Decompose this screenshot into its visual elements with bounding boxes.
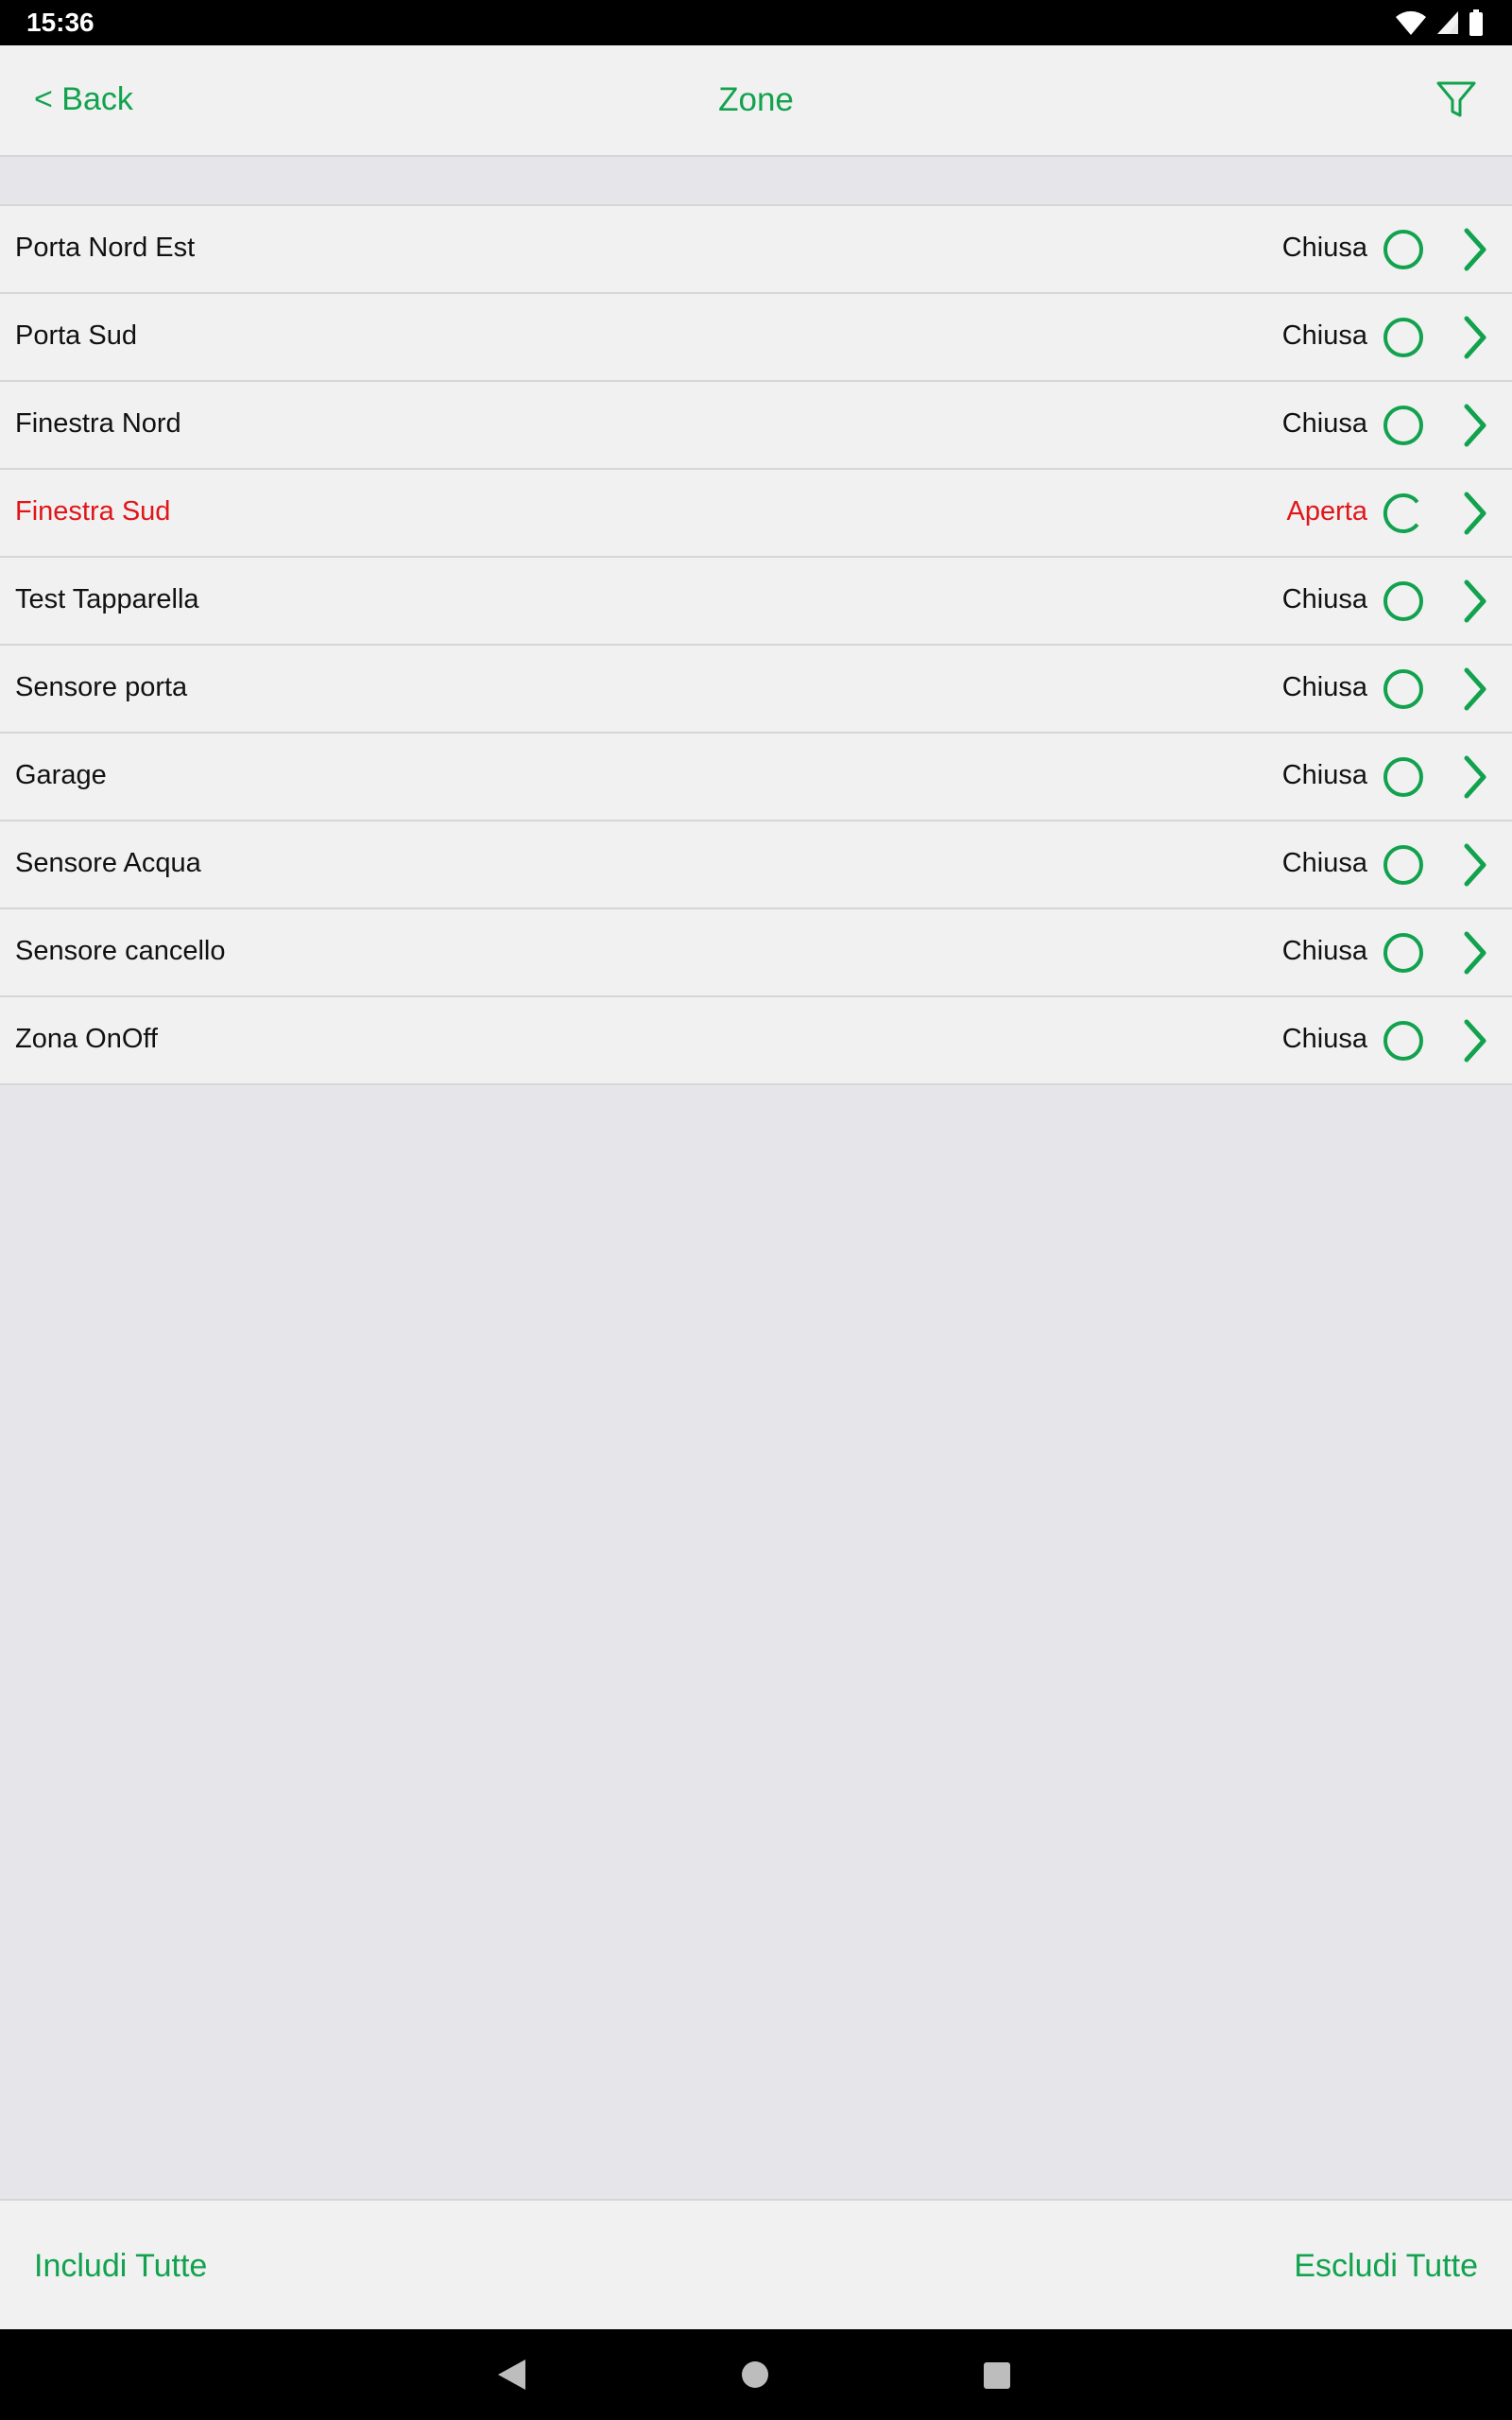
zone-name: Sensore Acqua [15,848,201,878]
home-circle-icon[interactable] [741,2360,769,2389]
recents-square-icon[interactable] [983,2361,1011,2390]
zone-name: Porta Nord Est [15,233,196,263]
zone-row[interactable]: Porta Nord Est Chiusa [0,206,1512,294]
chevron-right-icon[interactable] [1459,579,1491,624]
page-title: Zone [718,81,794,118]
include-all-button[interactable]: Includi Tutte [34,2248,207,2285]
zone-name: Test Tapparella [15,584,199,614]
status-icons [1395,9,1484,37]
zone-name: Finestra Sud [15,496,171,527]
chevron-right-icon[interactable] [1459,1018,1491,1063]
chevron-right-icon[interactable] [1459,666,1491,712]
zone-row[interactable]: Sensore cancello Chiusa [0,909,1512,997]
chevron-right-icon[interactable] [1459,403,1491,448]
zone-row[interactable]: Garage Chiusa [0,734,1512,821]
zone-status: Chiusa [1281,408,1367,439]
zone-status: Chiusa [1281,233,1367,263]
zone-row[interactable]: Sensore porta Chiusa [0,646,1512,734]
wifi-icon [1396,10,1426,36]
closed-circle-icon [1383,406,1423,445]
closed-circle-icon [1383,230,1423,269]
zone-status: Chiusa [1281,1024,1367,1054]
exclude-all-button[interactable]: Escludi Tutte [1294,2248,1478,2285]
chevron-right-icon[interactable] [1459,491,1491,536]
zone-status: Chiusa [1281,320,1367,351]
zone-row[interactable]: Finestra Nord Chiusa [0,382,1512,470]
closed-circle-icon [1383,845,1423,885]
filter-icon[interactable] [1435,78,1478,121]
chevron-right-icon[interactable] [1459,227,1491,272]
bottom-toolbar: Includi Tutte Escludi Tutte [0,2199,1512,2329]
closed-circle-icon [1383,1021,1423,1061]
back-triangle-icon[interactable] [495,2358,527,2392]
zone-row[interactable]: Porta Sud Chiusa [0,294,1512,382]
section-header-spacer [0,157,1512,206]
zone-name: Garage [15,760,107,790]
zone-name: Finestra Nord [15,408,181,439]
zone-row[interactable]: Test Tapparella Chiusa [0,558,1512,646]
chevron-right-icon[interactable] [1459,754,1491,800]
zone-name: Sensore cancello [15,936,226,966]
status-time: 15:36 [26,8,94,37]
zone-status: Chiusa [1281,848,1367,878]
zone-name: Sensore porta [15,672,188,702]
zone-row[interactable]: Finestra Sud Aperta [0,470,1512,558]
zone-status: Chiusa [1281,936,1367,966]
zone-status: Chiusa [1281,672,1367,702]
chevron-right-icon[interactable] [1459,930,1491,976]
battery-icon [1469,9,1483,36]
system-navigation-bar [0,2329,1512,2420]
zone-status: Aperta [1286,496,1367,527]
zone-status: Chiusa [1281,584,1367,614]
zone-row[interactable]: Zona OnOff Chiusa [0,997,1512,1085]
zone-name: Porta Sud [15,320,137,351]
chevron-right-icon[interactable] [1459,315,1491,360]
closed-circle-icon [1383,669,1423,709]
open-circle-icon [1383,493,1419,533]
cell-signal-icon [1437,11,1458,34]
zone-status: Chiusa [1281,760,1367,790]
closed-circle-icon [1383,757,1423,797]
navigation-bar: < Back Zone [0,45,1512,157]
status-bar: 15:36 [0,0,1512,45]
zone-list: Porta Nord Est Chiusa Porta Sud Chiusa Fines… [0,206,1512,1085]
zone-row[interactable]: Sensore Acqua Chiusa [0,821,1512,909]
closed-circle-icon [1383,318,1423,357]
closed-circle-icon [1383,933,1423,973]
closed-circle-icon [1383,581,1423,621]
chevron-right-icon[interactable] [1459,842,1491,888]
zone-name: Zona OnOff [15,1024,158,1054]
